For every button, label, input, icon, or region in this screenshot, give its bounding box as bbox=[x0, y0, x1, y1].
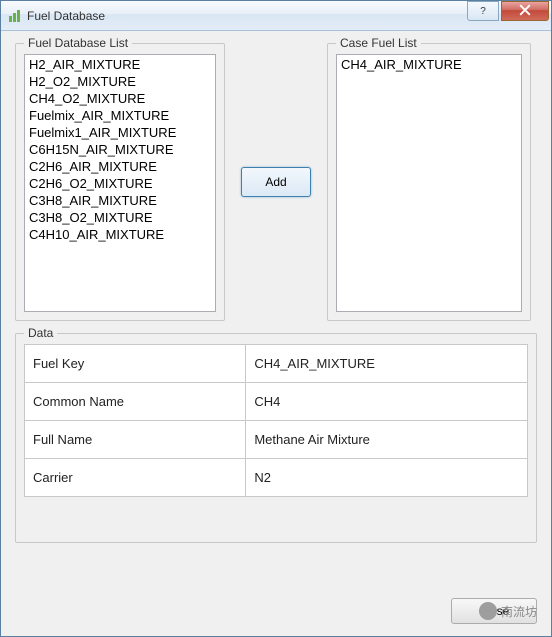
fuel-database-list-label: Fuel Database List bbox=[24, 36, 132, 50]
window-close-button[interactable] bbox=[501, 1, 549, 21]
list-item[interactable]: H2_AIR_MIXTURE bbox=[25, 56, 215, 73]
dialog-content: Fuel Database List H2_AIR_MIXTUREH2_O2_M… bbox=[1, 31, 551, 598]
list-item[interactable]: CH4_O2_MIXTURE bbox=[25, 90, 215, 107]
data-value-cell[interactable]: CH4 bbox=[246, 383, 528, 421]
table-row: Fuel KeyCH4_AIR_MIXTURE bbox=[25, 345, 528, 383]
case-fuel-list-group: Case Fuel List CH4_AIR_MIXTURE bbox=[327, 43, 531, 321]
data-key-cell: Common Name bbox=[25, 383, 246, 421]
top-row: Fuel Database List H2_AIR_MIXTUREH2_O2_M… bbox=[15, 43, 537, 321]
list-item[interactable]: C2H6_AIR_MIXTURE bbox=[25, 158, 215, 175]
list-item[interactable]: C4H10_AIR_MIXTURE bbox=[25, 226, 215, 243]
data-value-cell[interactable]: Methane Air Mixture bbox=[246, 421, 528, 459]
list-item[interactable]: Fuelmix_AIR_MIXTURE bbox=[25, 107, 215, 124]
dialog-window: Fuel Database ? Fuel Database List H2_AI… bbox=[0, 0, 552, 637]
list-item[interactable]: C3H8_O2_MIXTURE bbox=[25, 209, 215, 226]
case-fuel-listbox[interactable]: CH4_AIR_MIXTURE bbox=[336, 54, 522, 312]
window-buttons: ? bbox=[467, 1, 549, 23]
list-item[interactable]: C6H15N_AIR_MIXTURE bbox=[25, 141, 215, 158]
app-icon bbox=[7, 8, 23, 24]
data-group-label: Data bbox=[24, 326, 57, 340]
data-value-cell[interactable]: CH4_AIR_MIXTURE bbox=[246, 345, 528, 383]
middle-column: Add bbox=[235, 43, 317, 321]
data-key-cell: Fuel Key bbox=[25, 345, 246, 383]
add-button[interactable]: Add bbox=[241, 167, 311, 197]
fuel-database-list-group: Fuel Database List H2_AIR_MIXTUREH2_O2_M… bbox=[15, 43, 225, 321]
data-scroll-area[interactable]: Fuel KeyCH4_AIR_MIXTURECommon NameCH4Ful… bbox=[24, 344, 528, 534]
data-value-cell[interactable]: N2 bbox=[246, 459, 528, 497]
table-row: Full NameMethane Air Mixture bbox=[25, 421, 528, 459]
list-item[interactable]: C2H6_O2_MIXTURE bbox=[25, 175, 215, 192]
table-row: Common NameCH4 bbox=[25, 383, 528, 421]
list-item[interactable]: C3H8_AIR_MIXTURE bbox=[25, 192, 215, 209]
help-icon: ? bbox=[480, 6, 486, 17]
case-fuel-list-label: Case Fuel List bbox=[336, 36, 421, 50]
list-item[interactable]: H2_O2_MIXTURE bbox=[25, 73, 215, 90]
data-table: Fuel KeyCH4_AIR_MIXTURECommon NameCH4Ful… bbox=[24, 344, 528, 497]
titlebar: Fuel Database ? bbox=[1, 1, 551, 31]
list-item[interactable]: CH4_AIR_MIXTURE bbox=[337, 56, 521, 73]
window-title: Fuel Database bbox=[27, 9, 467, 23]
list-item[interactable]: Fuelmix1_AIR_MIXTURE bbox=[25, 124, 215, 141]
close-button[interactable]: Close bbox=[451, 598, 537, 624]
data-key-cell: Carrier bbox=[25, 459, 246, 497]
fuel-database-listbox[interactable]: H2_AIR_MIXTUREH2_O2_MIXTURECH4_O2_MIXTUR… bbox=[24, 54, 216, 312]
data-group: Data Fuel KeyCH4_AIR_MIXTURECommon NameC… bbox=[15, 333, 537, 543]
data-key-cell: Full Name bbox=[25, 421, 246, 459]
table-row: CarrierN2 bbox=[25, 459, 528, 497]
close-icon bbox=[519, 4, 531, 19]
help-button[interactable]: ? bbox=[467, 1, 499, 21]
bottom-bar: Close bbox=[1, 598, 551, 636]
